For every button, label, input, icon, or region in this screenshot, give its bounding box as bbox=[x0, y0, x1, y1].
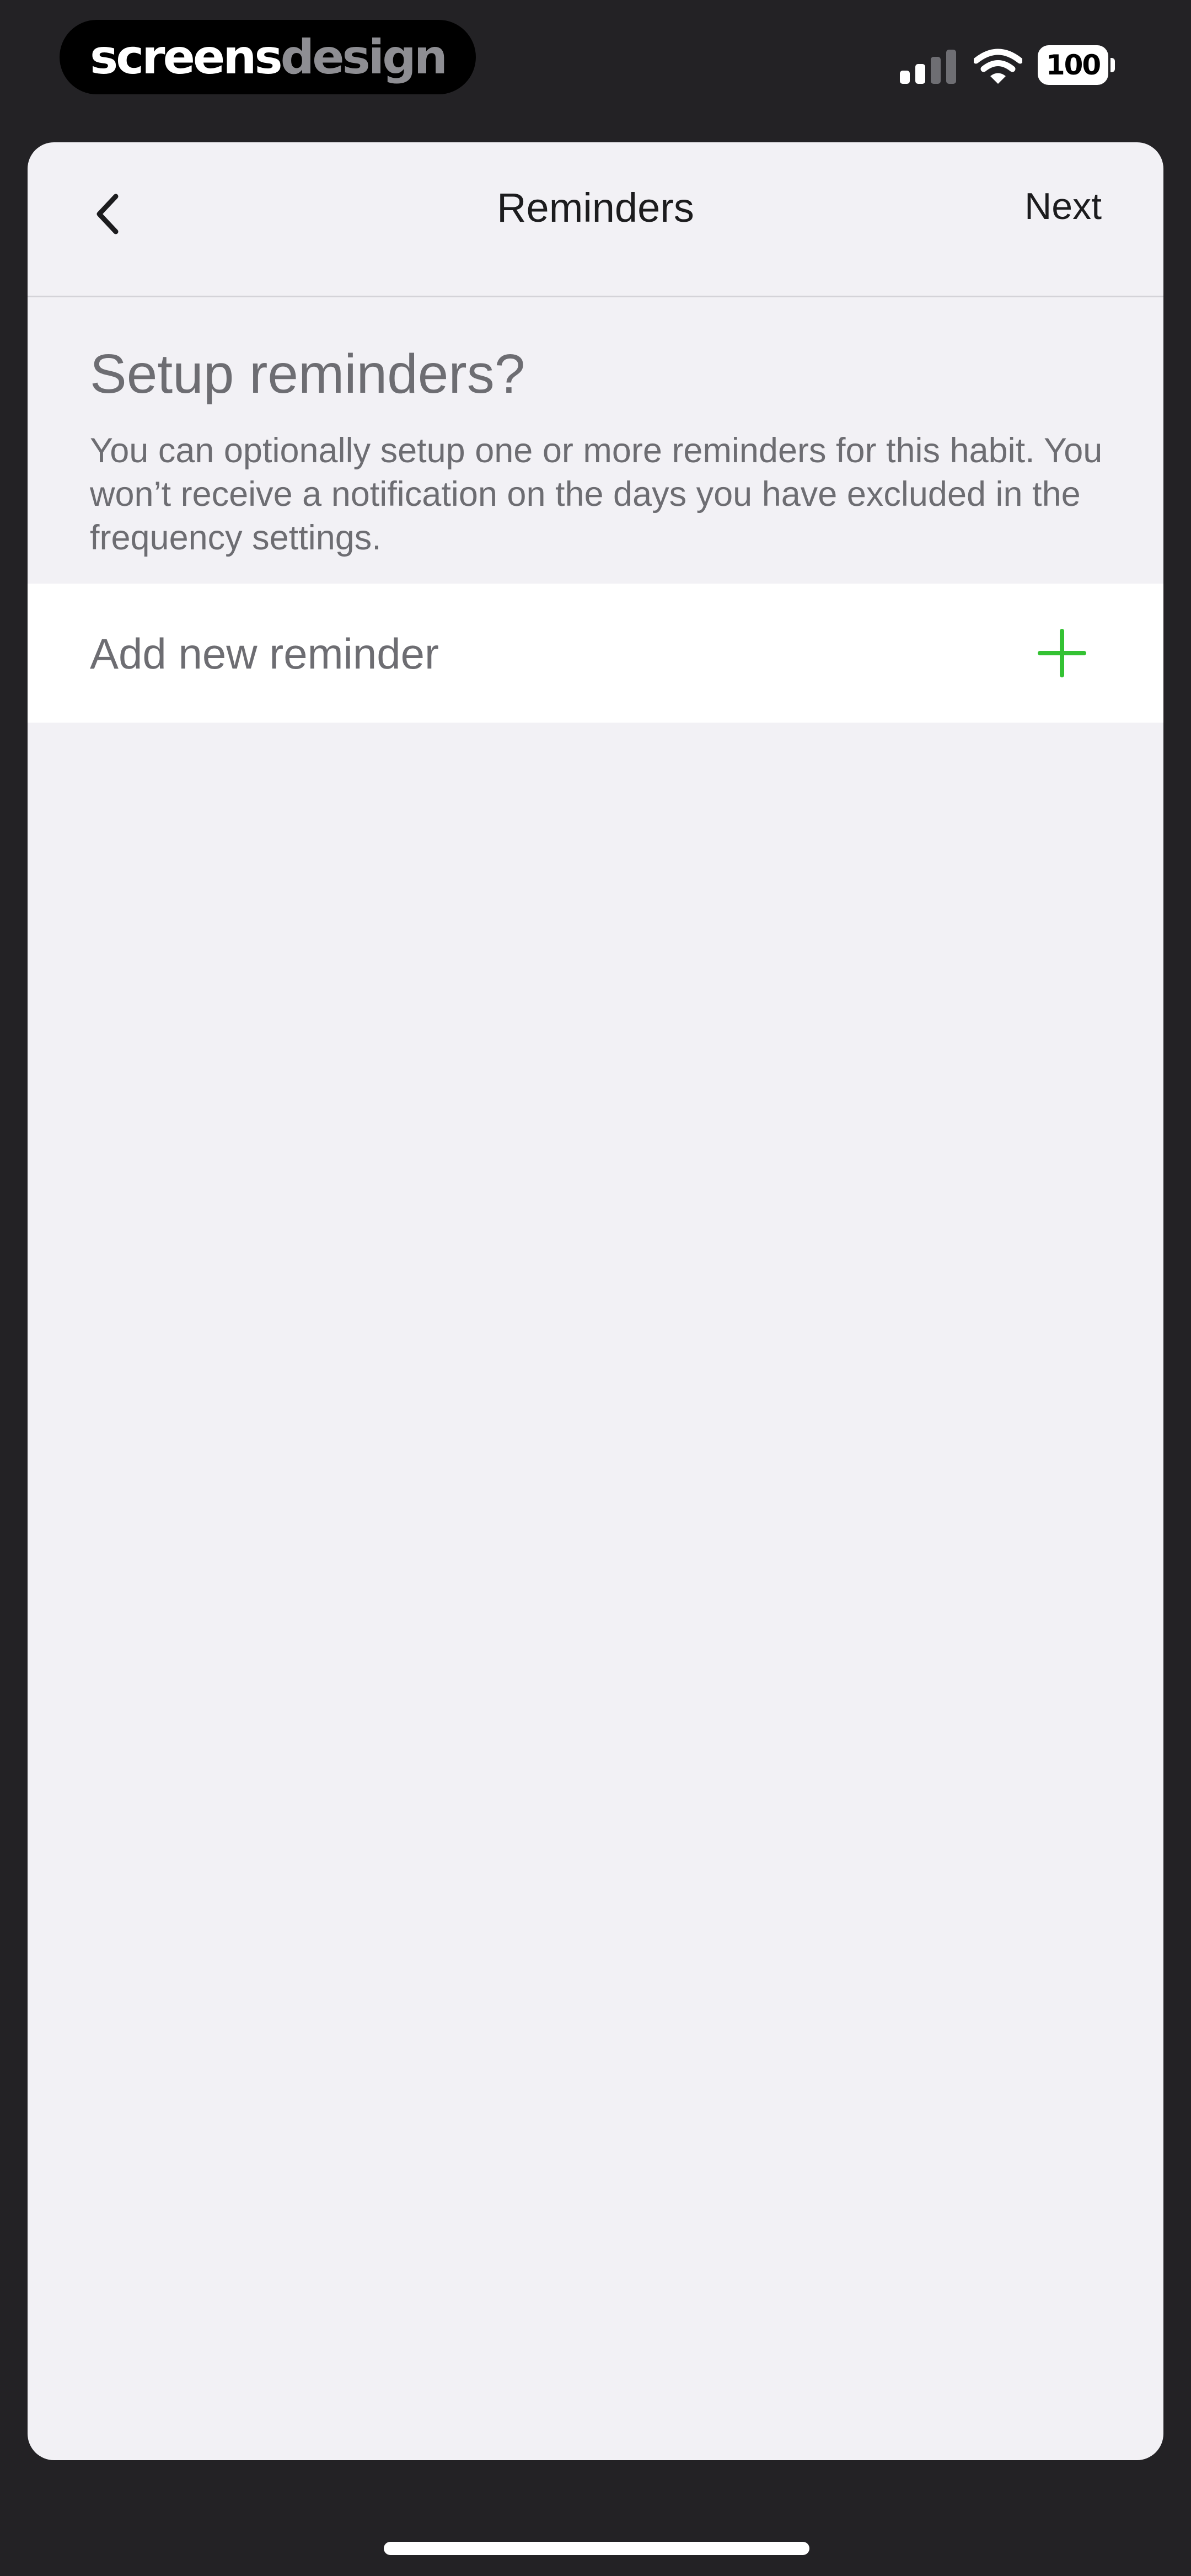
wifi-icon bbox=[974, 49, 1022, 84]
add-reminder-row[interactable]: Add new reminder bbox=[28, 584, 1163, 723]
add-reminder-label: Add new reminder bbox=[90, 629, 439, 678]
brand-text-screens: screens bbox=[90, 29, 283, 85]
navigation-bar: Reminders Next bbox=[28, 142, 1163, 297]
reminders-sheet: Reminders Next Setup reminders? You can … bbox=[28, 142, 1163, 2460]
section-title: Setup reminders? bbox=[90, 343, 525, 405]
home-indicator[interactable] bbox=[384, 2542, 809, 2555]
plus-icon[interactable] bbox=[1038, 629, 1086, 677]
battery-level: 100 bbox=[1038, 45, 1108, 85]
cellular-signal-icon bbox=[900, 50, 956, 84]
brand-text-design: design bbox=[280, 29, 448, 85]
next-button[interactable]: Next bbox=[1024, 188, 1102, 225]
page-title: Reminders bbox=[497, 185, 694, 231]
screensdesign-watermark: screens design bbox=[60, 20, 476, 94]
battery-tip bbox=[1110, 58, 1115, 72]
battery-icon: 100 bbox=[1038, 45, 1116, 85]
section-description: You can optionally setup one or more rem… bbox=[90, 431, 1103, 557]
